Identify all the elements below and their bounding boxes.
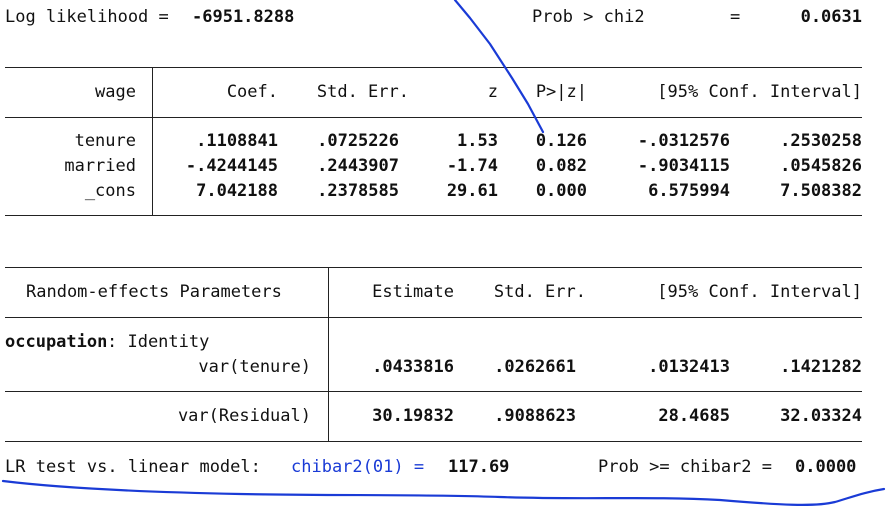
col-estimate: Estimate [372,282,454,302]
group-type: : Identity [107,332,210,352]
ci-upper: 32.03324 [780,406,862,426]
fixed-table-bottom-rule [5,215,862,216]
ci-lower: 28.4685 [658,406,730,426]
chibar2-stat: chibar2(01) = [291,457,425,477]
ci-lower: .0132413 [648,357,730,377]
ci-upper: 7.508382 [780,181,862,201]
dependent-variable: wage [95,82,136,102]
ci-upper: .1421282 [780,357,862,377]
z-value: 29.61 [446,181,498,201]
prob-chi2-equals: = [730,7,741,27]
log-likelihood-label: Log likelihood = [5,7,179,27]
ci-upper: .2530258 [780,131,862,151]
se-value: .2378585 [317,181,399,201]
fixed-table-top-rule [5,67,862,68]
col-coef: Coef. [226,82,278,102]
prob-chi2-value: 0.0631 [800,7,862,27]
row-name: _cons [84,181,136,201]
fixed-table-header-rule [5,117,862,118]
annotation-pointer-line [453,0,545,134]
random-table-header-rule [5,317,862,318]
col-std-err: Std. Err. [316,82,409,102]
se-value: .9088623 [494,406,576,426]
col-std-err: Std. Err. [493,282,586,302]
annotation-underline [1,479,886,506]
coef-value: .1108841 [196,131,278,151]
prob-chi2-label: Prob > chi2 [532,7,645,27]
col-z: z [487,82,498,102]
lr-test-label: LR test vs. linear model: [5,457,272,477]
se-value: .2443907 [317,156,399,176]
coef-value: 7.042188 [196,181,278,201]
z-value: -1.74 [446,156,498,176]
prob-chibar2-value: 0.0000 [795,457,857,477]
p-value: 0.082 [535,156,587,176]
ci-lower: -.0312576 [637,131,730,151]
row-name: tenure [74,131,136,151]
random-table-top-rule [5,267,862,268]
se-value: .0262661 [494,357,576,377]
random-table-mid-rule [5,391,862,392]
ci-upper: .0545826 [780,156,862,176]
row-name: married [64,156,136,176]
prob-chibar2-label: Prob >= chibar2 = [598,457,783,477]
col-p-value: P>|z| [535,82,587,102]
col-conf-interval: [95% Conf. Interval] [657,282,862,302]
ci-lower: -.9034115 [637,156,730,176]
col-conf-interval: [95% Conf. Interval] [657,82,862,102]
z-value: 1.53 [457,131,498,151]
group-name: occupation [5,332,108,352]
param-name: var(tenure) [198,357,311,377]
se-value: .0725226 [317,131,399,151]
random-table-bottom-rule [5,441,862,442]
estimate-value: .0433816 [372,357,454,377]
fixed-table-divider [152,67,153,216]
param-name: var(Residual) [177,406,311,426]
estimate-value: 30.19832 [372,406,454,426]
random-effects-header: Random-effects Parameters [26,282,282,302]
ci-lower: 6.575994 [648,181,730,201]
random-table-divider [328,267,329,442]
p-value: 0.126 [535,131,587,151]
chibar2-value: 117.69 [448,457,510,477]
coef-value: -.4244145 [185,156,278,176]
log-likelihood-value: -6951.8288 [192,7,295,27]
p-value: 0.000 [535,181,587,201]
handwritten-annotations [1,0,886,506]
